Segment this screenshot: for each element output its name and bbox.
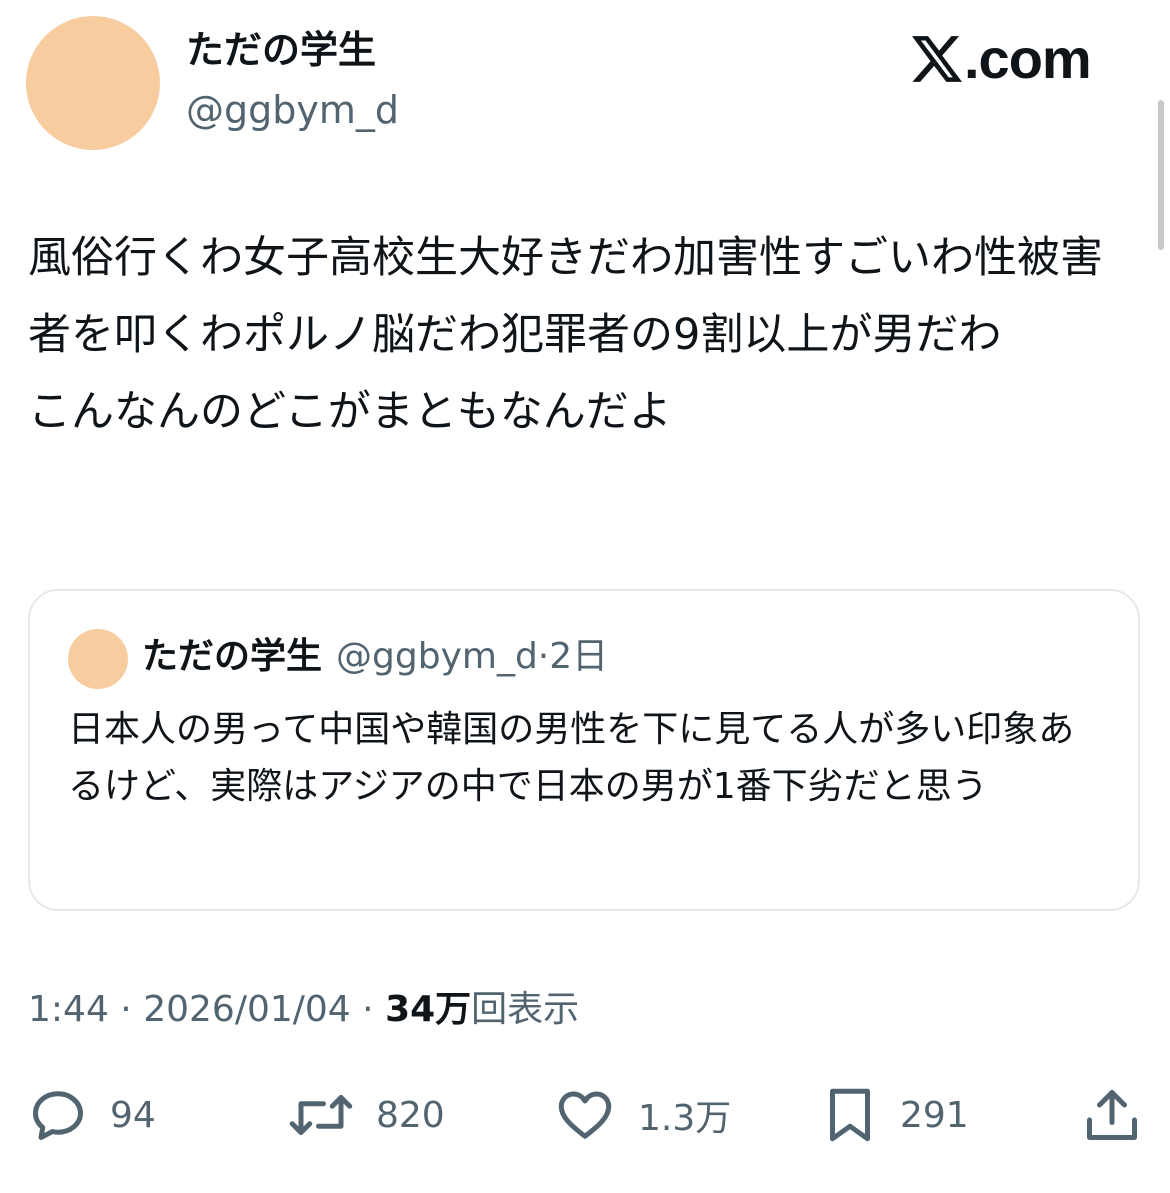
quoted-tweet-header: ただの学生 @ggbym_d·2日 xyxy=(142,635,608,678)
like-button[interactable]: 1.3万 xyxy=(554,1075,731,1155)
reply-icon xyxy=(33,1091,83,1140)
repost-count: 820 xyxy=(376,1094,445,1136)
tweet-meta: 1:44 · 2026/01/04 · 34万回表示 xyxy=(28,988,579,1031)
quoted-date: 2日 xyxy=(549,636,609,677)
author-avatar[interactable] xyxy=(26,16,160,150)
tweet-time[interactable]: 1:44 xyxy=(28,989,109,1030)
quoted-tweet-text: 日本人の男って中国や韓国の男性を下に見てる人が多い印象あるけど、実際はアジアの中… xyxy=(68,709,1075,807)
meta-separator: · xyxy=(120,989,132,1030)
share-button[interactable] xyxy=(1082,1075,1142,1155)
reply-button[interactable]: 94 xyxy=(28,1075,156,1155)
quoted-tweet-card[interactable]: ただの学生 @ggbym_d·2日 日本人の男って中国や韓国の男性を下に見てる人が… xyxy=(28,589,1140,911)
repost-icon xyxy=(289,1095,353,1135)
logo-domain-suffix: .com xyxy=(964,27,1092,90)
quoted-author-handle: @ggbym_d xyxy=(336,636,538,677)
x-com-logo: .com xyxy=(912,26,1092,92)
views-label: 回表示 xyxy=(471,989,580,1030)
tweet-date[interactable]: 2026/01/04 xyxy=(143,989,351,1030)
like-count: 1.3万 xyxy=(638,1098,732,1139)
share-icon xyxy=(1087,1090,1137,1140)
x-logo-icon xyxy=(912,36,962,82)
action-bar: 94 820 1.3万 291 xyxy=(0,1075,1170,1155)
heart-icon xyxy=(558,1091,612,1139)
tweet-text: 風俗行くわ女子高校生大好きだわ加害性すごいわ性被害者を叩くわポルノ脳だわ犯罪者の… xyxy=(28,233,1103,437)
repost-button[interactable]: 820 xyxy=(288,1075,445,1155)
author-display-name[interactable]: ただの学生 xyxy=(186,28,376,74)
bookmark-button[interactable]: 291 xyxy=(822,1075,969,1155)
views-count: 34万 xyxy=(385,989,472,1030)
bookmark-count: 291 xyxy=(900,1094,969,1136)
quoted-author-name: ただの学生 xyxy=(142,636,323,677)
scrollbar[interactable] xyxy=(1158,100,1164,250)
reply-count: 94 xyxy=(110,1094,156,1136)
bookmark-icon xyxy=(830,1088,870,1142)
author-handle[interactable]: @ggbym_d xyxy=(186,88,399,134)
quoted-author-avatar xyxy=(68,629,128,689)
meta-separator-2: · xyxy=(362,989,374,1030)
quoted-separator: · xyxy=(537,636,550,677)
